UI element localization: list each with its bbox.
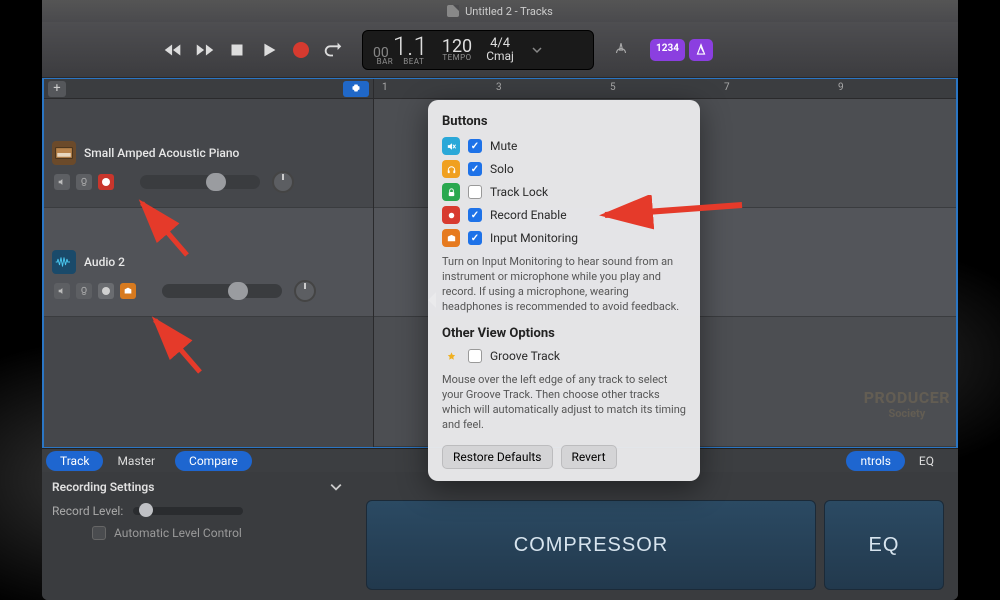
revert-button[interactable]: Revert [561,445,617,469]
record-enable-label: Record Enable [490,208,567,222]
ruler-tick: 3 [496,79,502,93]
track-row[interactable]: Audio 2 [44,208,373,317]
play-button[interactable] [258,39,280,61]
ruler-tick: 7 [724,79,730,93]
inspector-body: Recording Settings Record Level: Automat… [42,472,958,600]
stop-button[interactable] [226,39,248,61]
mute-button[interactable] [54,283,70,299]
record-level-slider[interactable] [133,507,243,515]
forward-button[interactable] [194,39,216,61]
solo-button[interactable] [76,283,92,299]
ruler-tick: 9 [838,79,844,93]
mute-checkbox[interactable] [468,139,482,153]
compressor-plugin[interactable]: COMPRESSOR [366,500,816,590]
record-button[interactable] [290,39,312,61]
mute-icon [442,137,460,155]
groove-track-label: Groove Track [490,349,560,363]
beat-value: 1.1 [393,34,428,60]
record-enable-button[interactable] [98,283,114,299]
restore-defaults-button[interactable]: Restore Defaults [442,445,553,469]
groove-track-description: Mouse over the left edge of any track to… [442,373,686,432]
record-icon [442,206,460,224]
input-monitoring-label: Input Monitoring [490,231,578,245]
transport-controls [162,39,344,61]
popover-heading-buttons: Buttons [442,114,686,129]
track-header-strip: + [44,79,373,99]
document-icon [447,5,459,17]
volume-slider[interactable] [140,175,260,189]
groove-track-checkbox[interactable] [468,349,482,363]
timeline-ruler[interactable]: 1 3 5 7 9 [374,79,956,99]
track-lock-checkbox[interactable] [468,185,482,199]
automatic-level-control-checkbox[interactable] [92,526,106,540]
track-name: Small Amped Acoustic Piano [84,146,239,160]
record-enable-button[interactable] [98,174,114,190]
eq-plugin[interactable]: EQ [824,500,944,590]
ruler-tick: 1 [382,79,388,93]
chevron-down-icon[interactable] [532,45,542,55]
solo-button[interactable] [76,174,92,190]
tab-track[interactable]: Track [46,451,103,471]
rewind-button[interactable] [162,39,184,61]
count-in-badge[interactable]: 1234 [650,39,685,61]
pan-knob[interactable] [294,280,316,302]
smart-controls-panel: COMPRESSOR EQ [352,472,958,600]
input-monitoring-description: Turn on Input Monitoring to hear sound f… [442,255,686,314]
input-monitoring-checkbox[interactable] [468,231,482,245]
pan-knob[interactable] [272,171,294,193]
recording-settings-header[interactable]: Recording Settings [52,480,342,494]
tempo-display[interactable]: 120 TEMPO [442,38,472,62]
compare-button[interactable]: Compare [175,451,252,471]
automatic-level-control-label: Automatic Level Control [114,526,242,540]
solo-label: Solo [490,162,514,176]
lock-icon [442,183,460,201]
input-monitoring-button[interactable] [120,283,136,299]
track-lock-label: Track Lock [490,185,548,199]
popover-heading-other: Other View Options [442,326,686,341]
track-header-config-button[interactable] [343,81,369,97]
record-level-label: Record Level: [52,504,123,518]
mute-button[interactable] [54,174,70,190]
signature-key-display[interactable]: 4/4 Cmaj [486,37,514,62]
recording-settings-panel: Recording Settings Record Level: Automat… [42,472,352,600]
track-header-config-popover: Buttons Mute Solo Track Lock Record Enab… [428,100,700,481]
star-icon [442,347,460,365]
ruler-tick: 5 [610,79,616,93]
add-track-button[interactable]: + [48,81,66,97]
track-list: + Small Amped Acoustic Piano [44,79,374,447]
metronome-badge[interactable] [689,39,713,61]
solo-checkbox[interactable] [468,162,482,176]
chevron-down-icon [330,481,342,493]
window-titlebar: Untitled 2 - Tracks [42,0,958,22]
tab-eq[interactable]: EQ [905,451,948,471]
position-display: 00 1.1 BAR BEAT [373,34,428,66]
tuner-icon[interactable] [612,41,630,59]
cycle-button[interactable] [322,39,344,61]
display-mode-badges: 1234 [650,39,713,61]
volume-slider[interactable] [162,284,282,298]
track-row[interactable]: Small Amped Acoustic Piano [44,99,373,208]
record-enable-checkbox[interactable] [468,208,482,222]
headphones-icon [442,160,460,178]
mute-label: Mute [490,139,517,153]
window-title: Untitled 2 - Tracks [465,5,553,18]
lcd-display[interactable]: 00 1.1 BAR BEAT 120 TEMPO 4/4 Cmaj [362,30,594,70]
input-monitoring-icon [442,229,460,247]
track-name: Audio 2 [84,255,125,269]
tab-master[interactable]: Master [103,451,169,471]
app-window: Untitled 2 - Tracks 00 1.1 BAR BEAT [42,0,958,600]
toolbar: 00 1.1 BAR BEAT 120 TEMPO 4/4 Cmaj 1234 [42,22,958,78]
piano-icon [52,141,76,165]
tab-controls[interactable]: ntrols [846,451,904,471]
waveform-icon [52,250,76,274]
